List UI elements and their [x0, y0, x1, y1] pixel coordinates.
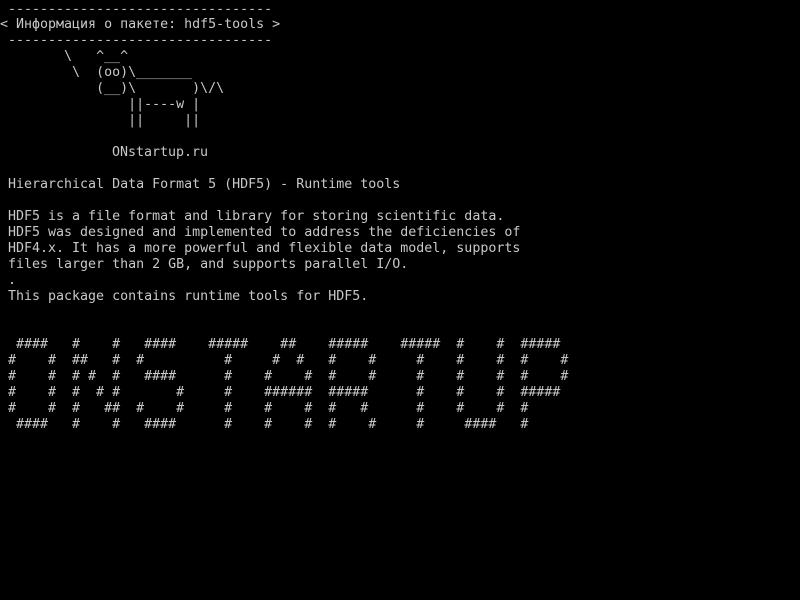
cowsay-border-top: ---------------------------------: [0, 2, 273, 17]
cow-art-line: \ (oo)\_______: [0, 65, 193, 80]
banner-art-line: #### # # #### ##### ## ##### ##### # # #…: [8, 337, 561, 352]
cowsay-border-bottom: ---------------------------------: [0, 33, 273, 48]
terminal-screen: --------------------------------- < Инфо…: [0, 0, 800, 600]
site-name: ONstartup.ru: [112, 145, 209, 160]
description-line: HDF4.x. It has a more powerful and flexi…: [8, 241, 521, 256]
cow-art-line: ||----w |: [0, 97, 201, 112]
cow-art-line: || ||: [0, 113, 201, 128]
cow-art-line: (__)\ )\/\: [0, 81, 225, 96]
description-line: HDF5 is a file format and library for st…: [8, 209, 505, 224]
package-summary: Hierarchical Data Format 5 (HDF5) - Runt…: [8, 177, 401, 192]
cow-art-line: \ ^__^: [0, 49, 129, 64]
package-note: This package contains runtime tools for …: [8, 289, 369, 304]
banner-art-line: # # ## # # # # # # # # # # # #: [8, 353, 569, 368]
description-line: HDF5 was designed and implemented to add…: [8, 225, 521, 240]
banner-art-line: # # # ## # # # # # # # # # # #: [8, 401, 529, 416]
description-line: files larger than 2 GB, and supports par…: [8, 257, 409, 272]
banner-art-line: # # # # # #### # # # # # # # # # #: [8, 369, 569, 384]
cowsay-package-title: < Информация о пакете: hdf5-tools >: [0, 17, 281, 32]
banner-art-line: #### # # #### # # # # # # #### #: [8, 417, 529, 432]
banner-art-line: # # # # # # # ###### ##### # # # #####: [8, 385, 561, 400]
description-separator: .: [8, 273, 17, 288]
